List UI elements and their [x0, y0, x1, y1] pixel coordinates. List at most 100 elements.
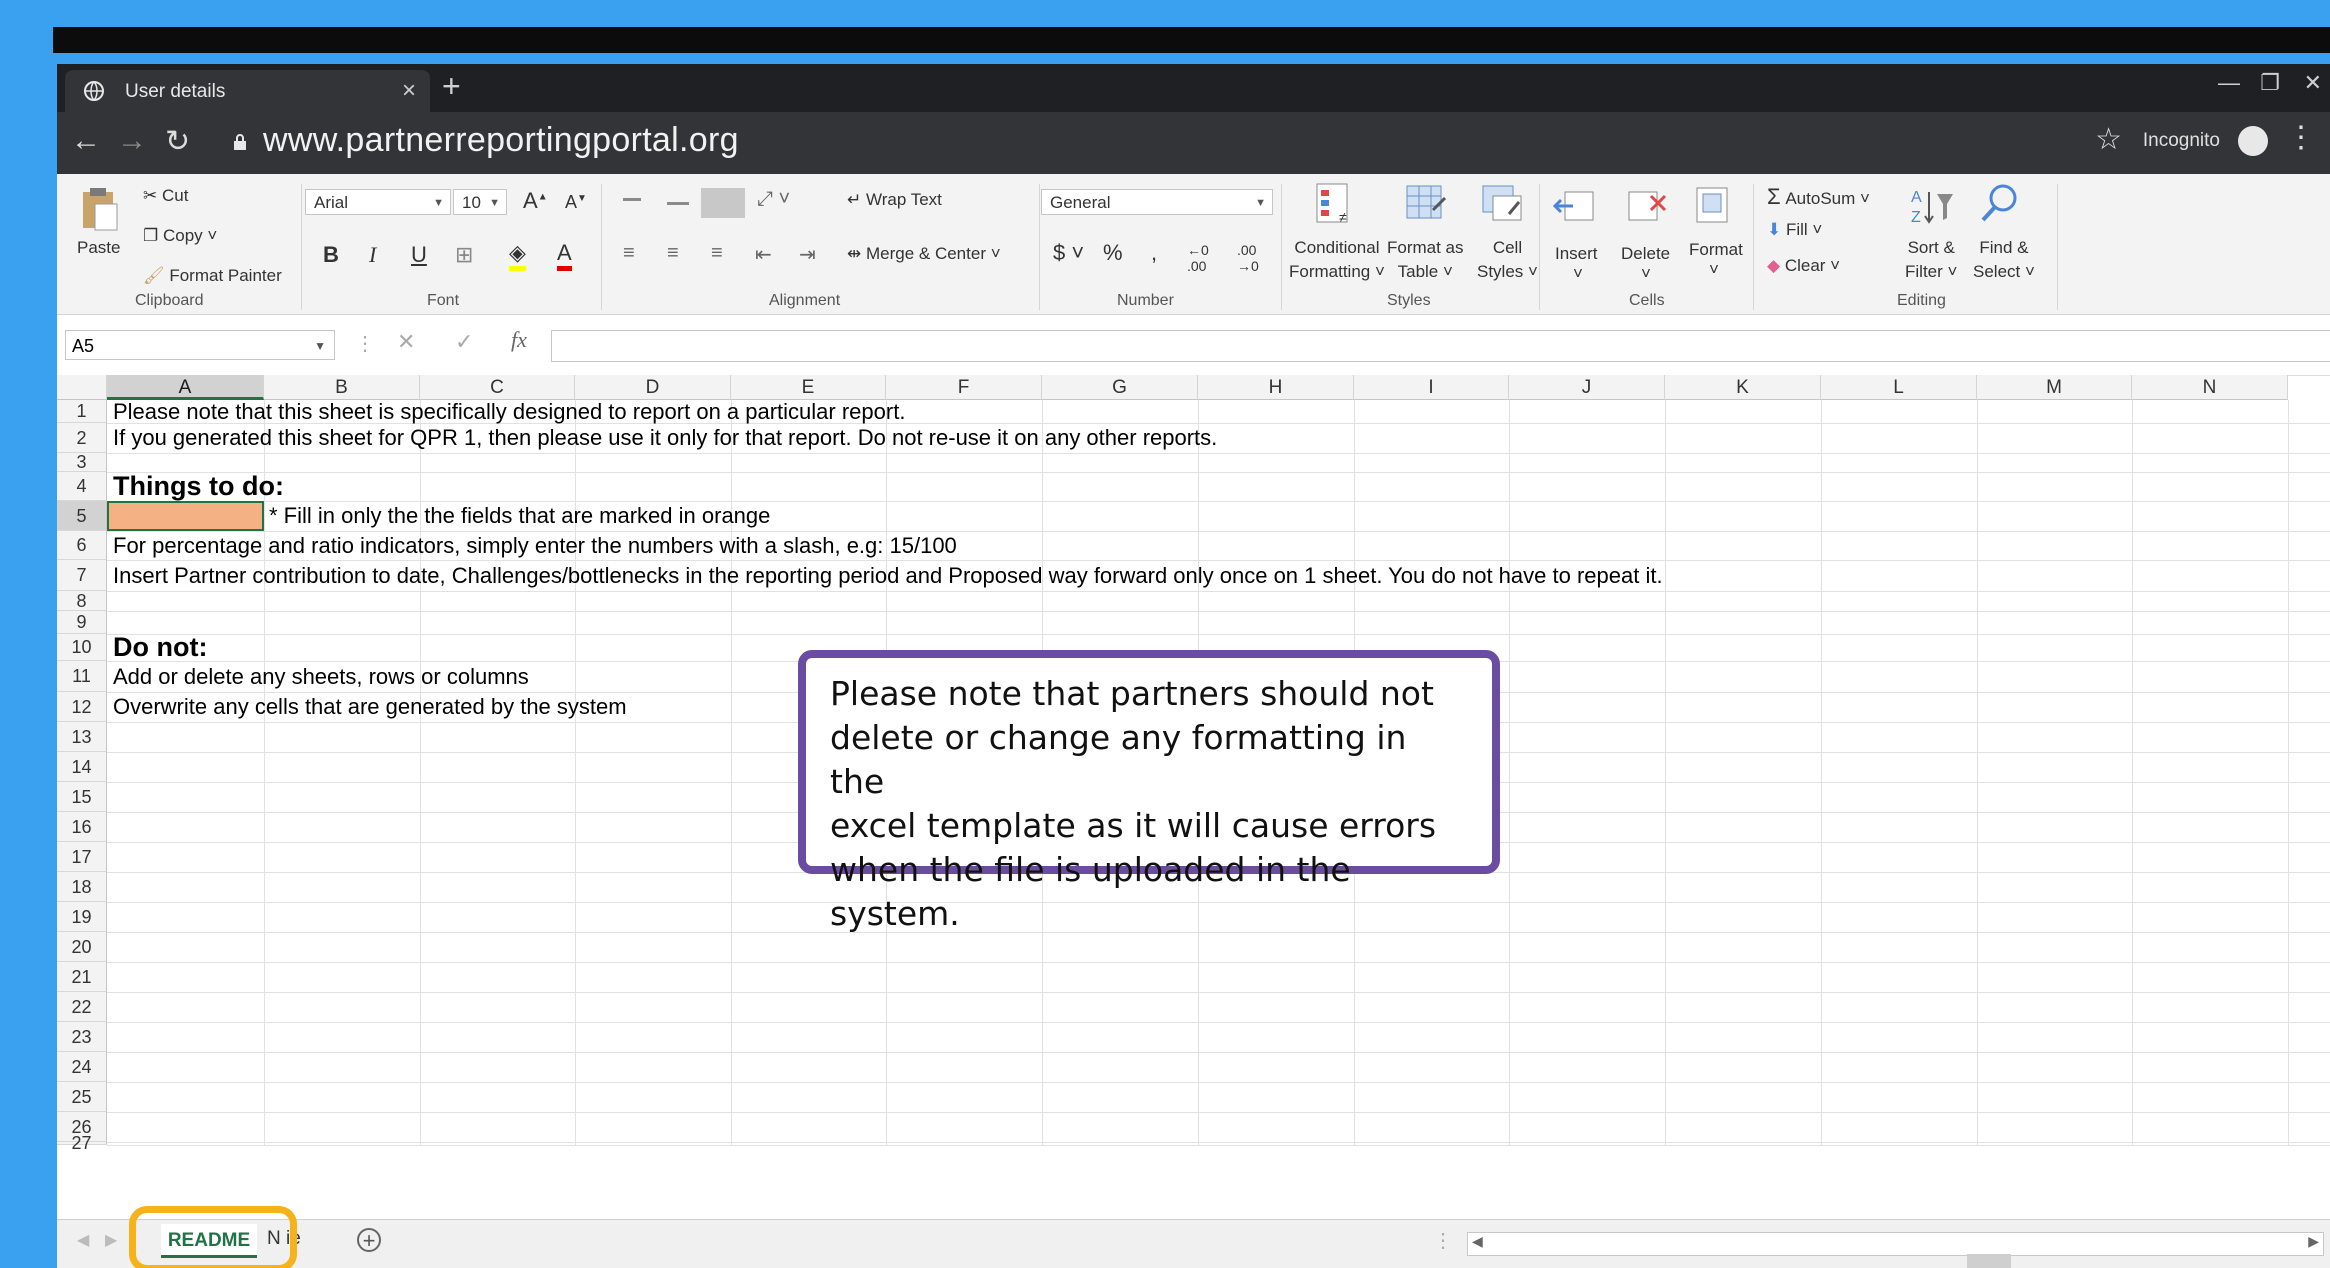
column-header[interactable]: H: [1198, 375, 1354, 400]
row-header[interactable]: 20: [57, 932, 107, 962]
cell-text-r10[interactable]: Do not:: [113, 634, 207, 661]
row-header[interactable]: 8: [57, 591, 107, 611]
back-icon[interactable]: ←: [71, 124, 101, 158]
paste-button[interactable]: Paste: [77, 238, 120, 258]
row-header[interactable]: 17: [57, 842, 107, 872]
row-header[interactable]: 13: [57, 722, 107, 752]
grow-font-icon[interactable]: A▲: [523, 188, 548, 214]
find-select-button[interactable]: Find & Select ˅: [1973, 236, 2035, 284]
row-header[interactable]: 12: [57, 692, 107, 722]
row-header[interactable]: 10: [57, 634, 107, 661]
row-header[interactable]: 6: [57, 531, 107, 560]
autosum-button[interactable]: Σ AutoSum ˅: [1767, 184, 1870, 210]
scroll-right-arrow-icon[interactable]: ▶: [2308, 1233, 2319, 1250]
borders-icon[interactable]: ⊞: [455, 242, 473, 268]
font-name-combo[interactable]: Arial ▼: [305, 189, 451, 215]
percent-icon[interactable]: %: [1103, 240, 1123, 266]
scroll-right-icon[interactable]: ▶: [105, 1230, 117, 1250]
column-header[interactable]: B: [264, 375, 420, 400]
add-sheet-icon[interactable]: +: [357, 1228, 381, 1252]
url-text[interactable]: www.partnerreportingportal.org: [263, 121, 739, 160]
scroll-left-icon[interactable]: ◀: [77, 1230, 89, 1250]
row-header[interactable]: 11: [57, 661, 107, 692]
new-tab-icon[interactable]: +: [442, 68, 461, 105]
minimize-icon[interactable]: —: [2218, 70, 2240, 96]
row-header[interactable]: 21: [57, 962, 107, 992]
row-header[interactable]: 19: [57, 902, 107, 932]
column-header[interactable]: E: [731, 375, 886, 400]
name-box[interactable]: A5 ▼: [65, 330, 335, 360]
conditional-formatting-button[interactable]: Conditional Formatting ˅: [1289, 236, 1385, 284]
decrease-decimal-icon[interactable]: .00 →0: [1237, 242, 1259, 274]
wrap-text-button[interactable]: ↵ Wrap Text: [847, 190, 942, 210]
scroll-thumb[interactable]: [1967, 1254, 2011, 1268]
font-size-combo[interactable]: 10 ▼: [453, 189, 507, 215]
cell-text-r4[interactable]: Things to do:: [113, 472, 284, 501]
cell-styles-icon[interactable]: [1479, 180, 1525, 226]
increase-indent-icon[interactable]: ⇥: [799, 242, 816, 267]
column-header[interactable]: L: [1821, 375, 1977, 400]
format-as-table-button[interactable]: Format as Table ˅: [1387, 236, 1464, 284]
format-as-table-icon[interactable]: [1403, 180, 1449, 226]
incognito-icon[interactable]: [2238, 126, 2268, 156]
browser-tab[interactable]: User details ×: [65, 70, 430, 112]
format-cells-icon[interactable]: [1691, 182, 1737, 228]
insert-cells-icon[interactable]: [1551, 184, 1597, 230]
insert-button[interactable]: Insert ˅: [1555, 244, 1598, 284]
column-header[interactable]: M: [1977, 375, 2132, 400]
cell-text-r6[interactable]: For percentage and ratio indicators, sim…: [113, 531, 957, 560]
enter-icon[interactable]: ✓: [455, 329, 473, 355]
row-header[interactable]: 14: [57, 752, 107, 782]
window-close-icon[interactable]: ✕: [2304, 70, 2322, 96]
find-select-icon[interactable]: [1977, 180, 2023, 226]
column-header[interactable]: D: [575, 375, 731, 400]
tab-close-icon[interactable]: ×: [402, 77, 416, 105]
increase-decimal-icon[interactable]: ←0.00: [1187, 242, 1209, 274]
row-header[interactable]: 15: [57, 782, 107, 812]
cell-text-r12[interactable]: Overwrite any cells that are generated b…: [113, 692, 627, 722]
cell-text-r2[interactable]: If you generated this sheet for QPR 1, t…: [113, 423, 1217, 453]
row-header[interactable]: 1: [57, 400, 107, 423]
cell-text-r5[interactable]: * Fill in only the the fields that are m…: [269, 501, 770, 531]
decrease-indent-icon[interactable]: ⇤: [755, 242, 772, 267]
paste-icon[interactable]: [75, 186, 121, 232]
sort-filter-button[interactable]: Sort & Filter ˅: [1905, 236, 1957, 284]
function-icon[interactable]: fx: [511, 327, 527, 353]
column-header[interactable]: I: [1354, 375, 1509, 400]
align-left-icon[interactable]: ≡: [623, 242, 635, 265]
row-header[interactable]: 2: [57, 423, 107, 453]
tab-split-handle[interactable]: ⋮: [1433, 1228, 1453, 1253]
number-format-combo[interactable]: General ▼: [1041, 189, 1273, 215]
delete-button[interactable]: Delete ˅: [1621, 244, 1670, 284]
select-all-corner[interactable]: [57, 375, 107, 400]
formula-input[interactable]: [551, 330, 2330, 362]
align-center-icon[interactable]: ≡: [667, 242, 679, 265]
copy-button[interactable]: ❐ Copy ˅: [143, 226, 217, 246]
underline-icon[interactable]: U: [411, 242, 427, 268]
cut-button[interactable]: ✂ Cut: [143, 186, 188, 206]
reload-icon[interactable]: ↻: [165, 124, 190, 159]
top-align-icon[interactable]: [623, 198, 641, 201]
italic-icon[interactable]: I: [369, 242, 376, 268]
delete-cells-icon[interactable]: [1625, 184, 1671, 230]
currency-icon[interactable]: $ ˅: [1053, 240, 1084, 266]
shrink-font-icon[interactable]: A▼: [565, 192, 587, 213]
menu-kebab-icon[interactable]: ⋮: [2286, 120, 2316, 155]
font-color-icon[interactable]: A: [557, 240, 572, 271]
column-header[interactable]: N: [2132, 375, 2288, 400]
column-header[interactable]: G: [1042, 375, 1198, 400]
column-header[interactable]: C: [420, 375, 575, 400]
merge-center-button[interactable]: ⇹ Merge & Center ˅: [847, 244, 1001, 264]
fill-button[interactable]: ⬇ Fill ˅: [1767, 220, 1822, 240]
row-header[interactable]: 5: [57, 501, 107, 531]
row-header[interactable]: 23: [57, 1022, 107, 1052]
format-button[interactable]: Format ˅: [1689, 240, 1743, 280]
bookmark-star-icon[interactable]: ☆: [2095, 122, 2122, 157]
row-header[interactable]: 18: [57, 872, 107, 902]
cell-text-r7[interactable]: Insert Partner contribution to date, Cha…: [113, 560, 1663, 591]
column-header[interactable]: F: [886, 375, 1042, 400]
column-header[interactable]: J: [1509, 375, 1665, 400]
bold-icon[interactable]: B: [323, 242, 339, 268]
cell-styles-button[interactable]: Cell Styles ˅: [1477, 236, 1538, 284]
conditional-formatting-icon[interactable]: ≠: [1313, 180, 1359, 226]
